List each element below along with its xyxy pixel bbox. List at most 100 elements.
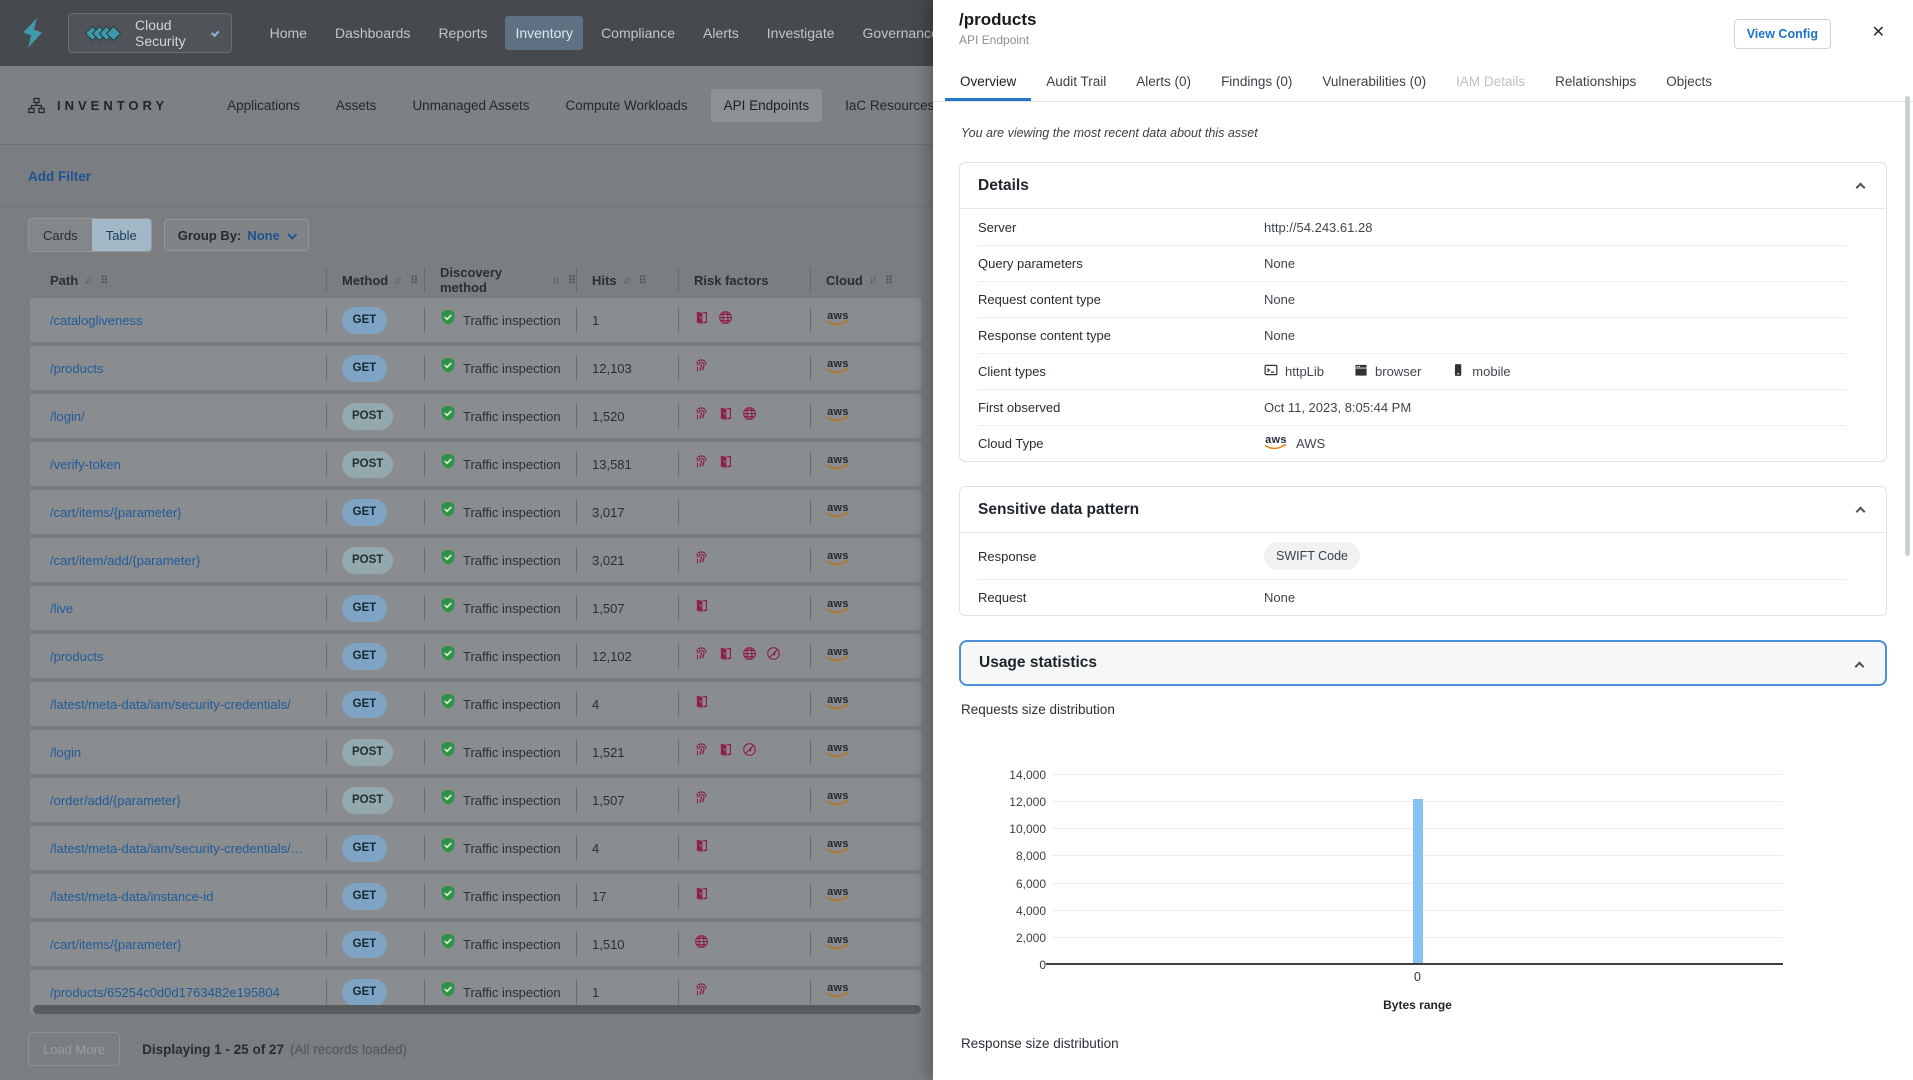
field-value: None [1264, 328, 1295, 343]
drag-handle-icon[interactable]: ⠿ [639, 274, 647, 287]
subnav-tab-iac-resources[interactable]: IaC Resources [832, 89, 947, 122]
details-card-header[interactable]: Details [960, 163, 1886, 209]
table-footer: Load More Displaying 1 - 25 of 27 (All r… [0, 1018, 933, 1080]
panel-tab-overview[interactable]: Overview [945, 64, 1031, 101]
subnav-tab-api-endpoints[interactable]: API Endpoints [711, 89, 823, 122]
path-link[interactable]: /latest/meta-data/iam/security-credentia… [50, 841, 312, 856]
table-row[interactable]: /liveGETTraffic inspection1,507aws [30, 586, 921, 630]
sort-icon[interactable]: ↓↑ [552, 275, 558, 286]
path-link[interactable]: /latest/meta-data/instance-id [50, 889, 213, 904]
panel-tab-vulnerabilities-0[interactable]: Vulnerabilities (0) [1307, 64, 1441, 101]
subnav-tab-compute-workloads[interactable]: Compute Workloads [553, 89, 701, 122]
table-row[interactable]: /login/POSTTraffic inspection1,520aws [30, 394, 921, 438]
panel-scrollbar[interactable] [1905, 96, 1910, 556]
column-divider [424, 932, 425, 956]
discovery-method-label: Traffic inspection [463, 457, 561, 472]
risk-factors-cell [678, 682, 810, 726]
client-type-httplib: httpLib [1264, 363, 1324, 380]
discovery-method-label: Traffic inspection [463, 361, 561, 376]
view-toggle-cards[interactable]: Cards [29, 219, 92, 251]
column-divider [576, 980, 577, 1004]
panel-tab-alerts-0[interactable]: Alerts (0) [1121, 64, 1206, 101]
view-config-button[interactable]: View Config [1734, 19, 1831, 49]
table-row[interactable]: /order/add/{parameter}POSTTraffic inspec… [30, 778, 921, 822]
table-row[interactable]: /cart/items/{parameter}GETTraffic inspec… [30, 922, 921, 966]
path-link[interactable]: /products [50, 361, 103, 376]
table-row[interactable]: /latest/meta-data/iam/security-credentia… [30, 682, 921, 726]
discovery-method-label: Traffic inspection [463, 841, 561, 856]
sort-icon[interactable]: ↓↑ [84, 275, 90, 286]
sensitive-card-header[interactable]: Sensitive data pattern [960, 487, 1886, 533]
sort-icon[interactable]: ↓↑ [394, 275, 400, 286]
add-filter-button[interactable]: Add Filter [28, 169, 91, 184]
nav-item-alerts[interactable]: Alerts [693, 16, 749, 50]
subnav-tab-assets[interactable]: Assets [323, 89, 390, 122]
sort-icon[interactable]: ↓↑ [869, 275, 875, 286]
view-toggle-table[interactable]: Table [92, 219, 151, 251]
table-row[interactable]: /verify-tokenPOSTTraffic inspection13,58… [30, 442, 921, 486]
discovery-cell: Traffic inspection [424, 538, 576, 582]
path-link[interactable]: /login [50, 745, 81, 760]
drag-handle-icon[interactable]: ⠿ [885, 274, 893, 287]
fingerprint-risk-icon [694, 406, 709, 426]
nav-item-compliance[interactable]: Compliance [591, 16, 685, 50]
horizontal-scrollbar[interactable] [33, 1005, 921, 1014]
nav-item-dashboards[interactable]: Dashboards [325, 16, 421, 50]
chevron-up-icon [1856, 507, 1866, 517]
column-header-path[interactable]: Path↓↑⠿ [30, 262, 326, 298]
drag-handle-icon[interactable]: ⠿ [410, 274, 418, 287]
load-more-button[interactable]: Load More [28, 1032, 120, 1066]
path-link[interactable]: /cart/item/add/{parameter} [50, 553, 200, 568]
discovery-cell: Traffic inspection [424, 298, 576, 342]
column-header-cloud[interactable]: Cloud↓↑⠿ [810, 262, 921, 298]
sensitive-rows: ResponseSWIFT CodeRequestNone [960, 533, 1886, 615]
group-by-dropdown[interactable]: Group By: None [164, 219, 309, 251]
close-icon[interactable]: ✕ [1872, 22, 1885, 42]
drag-handle-icon[interactable]: ⠿ [100, 274, 108, 287]
table-row[interactable]: /latest/meta-data/instance-idGETTraffic … [30, 874, 921, 918]
column-header-hits[interactable]: Hits↓↑⠿ [576, 262, 678, 298]
nav-item-home[interactable]: Home [260, 16, 317, 50]
discovery-cell: Traffic inspection [424, 826, 576, 870]
cloud-cell: aws [810, 346, 921, 390]
sort-icon[interactable]: ↓↑ [623, 275, 629, 286]
nav-item-investigate[interactable]: Investigate [757, 16, 845, 50]
panel-tab-objects[interactable]: Objects [1651, 64, 1727, 101]
path-link[interactable]: /verify-token [50, 457, 121, 472]
product-switcher-dropdown[interactable]: Cloud Security [68, 13, 232, 53]
path-link[interactable]: /cart/items/{parameter} [50, 505, 182, 520]
drag-handle-icon[interactable]: ⠿ [568, 274, 576, 287]
path-link[interactable]: /products/65254c0d0d1763482e195804 [50, 985, 280, 1000]
table-row[interactable]: /loginPOSTTraffic inspection1,521aws [30, 730, 921, 774]
nav-item-inventory[interactable]: Inventory [505, 16, 583, 50]
column-divider [424, 596, 425, 620]
table-row[interactable]: /cart/item/add/{parameter}POSTTraffic in… [30, 538, 921, 582]
path-link[interactable]: /login/ [50, 409, 85, 424]
column-header-discovery-method[interactable]: Discovery method↓↑⠿ [424, 262, 576, 298]
table-row[interactable]: /productsGETTraffic inspection12,103aws [30, 346, 921, 390]
endpoints-table: Path↓↑⠿Method↓↑⠿Discovery method↓↑⠿Hits↓… [30, 262, 921, 1018]
requests-size-chart: 02,0004,0006,0008,00010,00012,00014,0000 [1052, 774, 1783, 964]
subnav-tab-applications[interactable]: Applications [214, 89, 313, 122]
panel-tab-audit-trail[interactable]: Audit Trail [1031, 64, 1121, 101]
path-link[interactable]: /live [50, 601, 73, 616]
column-header-method[interactable]: Method↓↑⠿ [326, 262, 424, 298]
path-link[interactable]: /products [50, 649, 103, 664]
discovery-cell: Traffic inspection [424, 730, 576, 774]
table-row[interactable]: /productsGETTraffic inspection12,102aws [30, 634, 921, 678]
table-row[interactable]: /cataloglivenessGETTraffic inspection1aw… [30, 298, 921, 342]
path-link[interactable]: /cart/items/{parameter} [50, 937, 182, 952]
subnav-tab-unmanaged-assets[interactable]: Unmanaged Assets [399, 89, 542, 122]
column-header-risk-factors[interactable]: Risk factors [678, 262, 810, 298]
usage-statistics-header[interactable]: Usage statistics [959, 640, 1887, 686]
discovery-cell: Traffic inspection [424, 634, 576, 678]
nav-item-reports[interactable]: Reports [428, 16, 497, 50]
panel-tab-relationships[interactable]: Relationships [1540, 64, 1651, 101]
path-link[interactable]: /catalogliveness [50, 313, 143, 328]
panel-tab-findings-0[interactable]: Findings (0) [1206, 64, 1307, 101]
path-link[interactable]: /order/add/{parameter} [50, 793, 181, 808]
table-row[interactable]: /latest/meta-data/iam/security-credentia… [30, 826, 921, 870]
field-label: Server [978, 220, 1264, 235]
path-link[interactable]: /latest/meta-data/iam/security-credentia… [50, 697, 291, 712]
table-row[interactable]: /cart/items/{parameter}GETTraffic inspec… [30, 490, 921, 534]
